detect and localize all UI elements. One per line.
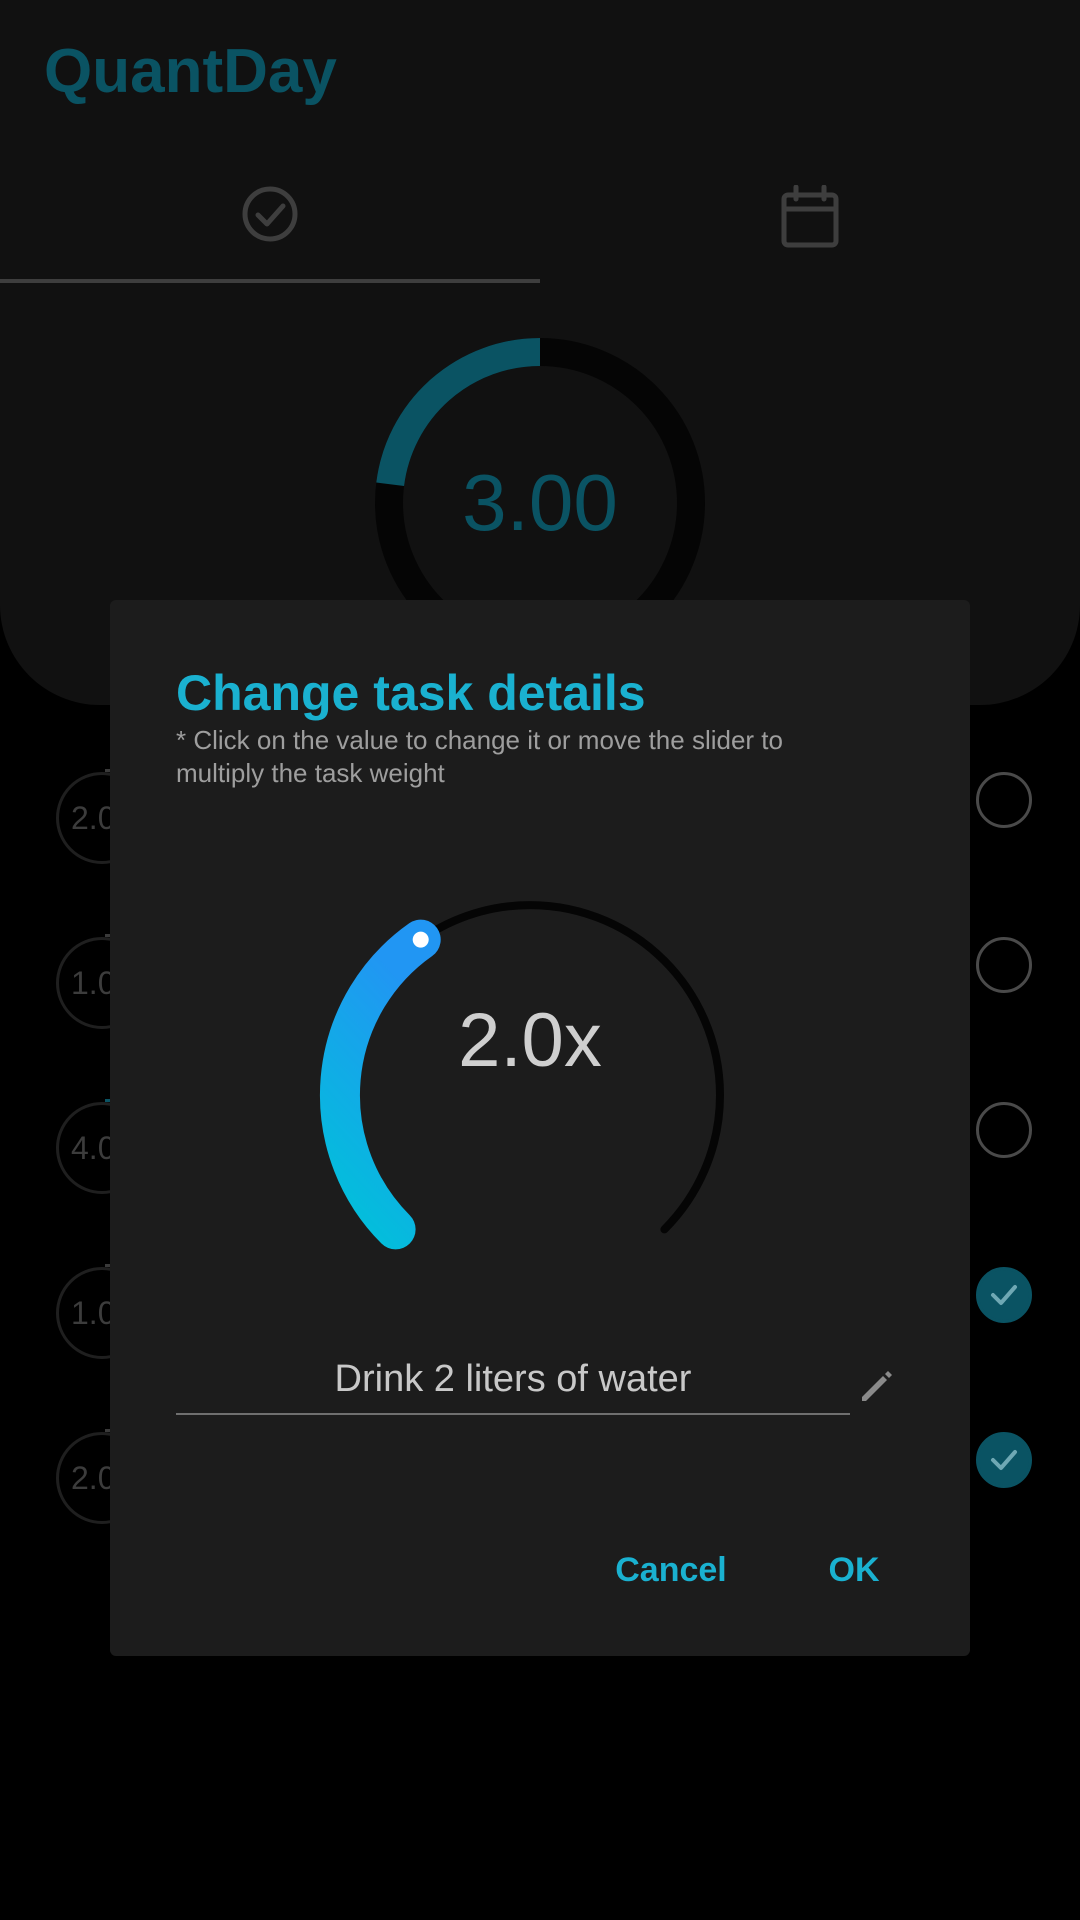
slider-fill bbox=[319, 919, 441, 1250]
multiplier-slider[interactable] bbox=[300, 865, 760, 1325]
task-name-field[interactable]: Drink 2 liters of water bbox=[176, 1345, 850, 1415]
check-circle-icon bbox=[242, 186, 298, 242]
tab-calendar[interactable] bbox=[540, 170, 1080, 282]
pencil-icon[interactable] bbox=[854, 1363, 898, 1407]
dialog-title: Change task details bbox=[176, 665, 646, 721]
change-task-dialog: Change task details * Click on the value… bbox=[110, 600, 970, 1656]
task-checkbox-checked[interactable] bbox=[976, 1432, 1032, 1488]
task-checkbox[interactable] bbox=[976, 937, 1032, 993]
task-checkbox[interactable] bbox=[976, 1102, 1032, 1158]
cancel-button[interactable]: Cancel bbox=[586, 1540, 756, 1600]
slider-thumb[interactable] bbox=[412, 931, 429, 948]
screen: QuantDay 3.00 2.0 1.0 4.0 1.0 2.0 Change… bbox=[0, 0, 1080, 1920]
app-title: QuantDay bbox=[44, 37, 337, 106]
task-checkbox-checked[interactable] bbox=[976, 1267, 1032, 1323]
multiplier-value[interactable]: 2.0x bbox=[300, 1000, 760, 1082]
dialog-hint: * Click on the value to change it or mov… bbox=[176, 725, 783, 788]
ok-button[interactable]: OK bbox=[804, 1540, 904, 1600]
calendar-icon bbox=[781, 185, 839, 248]
check-icon bbox=[991, 1285, 1017, 1305]
tab-tasks[interactable] bbox=[0, 170, 540, 282]
task-checkbox[interactable] bbox=[976, 772, 1032, 828]
check-icon bbox=[991, 1450, 1017, 1470]
tab-indicator bbox=[0, 279, 540, 283]
